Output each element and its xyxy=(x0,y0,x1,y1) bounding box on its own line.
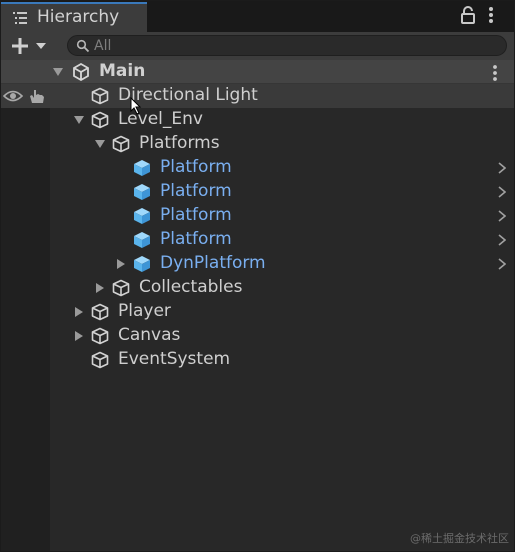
search-input[interactable] xyxy=(94,36,494,55)
hierarchy-row[interactable]: Platform xyxy=(0,180,515,204)
tab-bar: Hierarchy xyxy=(0,0,515,32)
lock-icon[interactable] xyxy=(460,6,476,24)
chevron-right-icon[interactable] xyxy=(498,258,506,270)
row-label: DynPlatform xyxy=(160,253,266,273)
hierarchy-tab[interactable]: Hierarchy xyxy=(0,2,147,32)
collapse-arrow-icon[interactable] xyxy=(74,331,84,341)
expand-arrow-icon[interactable] xyxy=(74,115,84,125)
row-label: Platform xyxy=(160,205,232,225)
gameobject-cube-icon xyxy=(91,327,109,345)
row-label: EventSystem xyxy=(118,349,231,369)
hierarchy-row[interactable]: EventSystem xyxy=(0,348,515,372)
prefab-cube-icon xyxy=(134,256,150,272)
collapse-arrow-icon[interactable] xyxy=(74,307,84,317)
hierarchy-row[interactable]: Platform xyxy=(0,156,515,180)
expand-arrow-icon[interactable] xyxy=(53,67,63,77)
collapse-arrow-icon[interactable] xyxy=(95,283,105,293)
expand-arrow-icon[interactable] xyxy=(95,139,105,149)
hierarchy-row[interactable]: Platform xyxy=(0,204,515,228)
hierarchy-row[interactable]: Player xyxy=(0,300,515,324)
gameobject-cube-icon xyxy=(91,351,109,369)
watermark: @稀土掘金技术社区 xyxy=(410,532,509,545)
list-icon xyxy=(13,12,27,24)
hierarchy-row[interactable]: Platform xyxy=(0,228,515,252)
chevron-right-icon[interactable] xyxy=(498,210,506,222)
hierarchy-row[interactable]: Platforms xyxy=(0,132,515,156)
chevron-right-icon[interactable] xyxy=(498,162,506,174)
gameobject-cube-icon xyxy=(91,303,109,321)
gameobject-cube-icon xyxy=(112,135,130,153)
prefab-cube-icon xyxy=(134,160,150,176)
row-label: Player xyxy=(118,301,171,321)
hierarchy-tree: Main Directional Light Level_Env Platforms… xyxy=(0,60,515,552)
collapse-arrow-icon[interactable] xyxy=(116,259,126,269)
hierarchy-toolbar xyxy=(0,32,515,61)
gameobject-cube-icon xyxy=(91,111,109,129)
hierarchy-row[interactable]: Canvas xyxy=(0,324,515,348)
eye-icon[interactable] xyxy=(3,89,23,103)
scene-menu-icon[interactable] xyxy=(488,64,502,82)
row-label: Platform xyxy=(160,181,232,201)
unity-logo-icon xyxy=(73,63,89,81)
prefab-cube-icon xyxy=(134,208,150,224)
hierarchy-row[interactable]: DynPlatform xyxy=(0,252,515,276)
row-label: Collectables xyxy=(139,277,243,297)
create-dropdown-button[interactable] xyxy=(8,35,52,57)
hierarchy-row[interactable]: Level_Env xyxy=(0,108,515,132)
gameobject-cube-icon xyxy=(91,87,109,105)
row-label: Platform xyxy=(160,157,232,177)
row-label: Canvas xyxy=(118,325,181,345)
mouse-cursor-icon xyxy=(130,97,142,115)
tab-title: Hierarchy xyxy=(37,7,120,27)
gameobject-cube-icon xyxy=(112,279,130,297)
prefab-cube-icon xyxy=(134,184,150,200)
hand-icon[interactable] xyxy=(28,88,46,104)
chevron-right-icon[interactable] xyxy=(498,234,506,246)
scene-name: Main xyxy=(99,61,146,81)
chevron-right-icon[interactable] xyxy=(498,186,506,198)
row-label: Platform xyxy=(160,229,232,249)
scene-header-row[interactable]: Main xyxy=(0,60,515,84)
hierarchy-row[interactable]: Directional Light xyxy=(0,84,515,108)
search-icon xyxy=(76,39,90,53)
row-label: Platforms xyxy=(139,133,220,153)
hierarchy-row[interactable]: Collectables xyxy=(0,276,515,300)
prefab-cube-icon xyxy=(134,232,150,248)
kebab-menu-icon[interactable] xyxy=(484,6,498,24)
search-field[interactable] xyxy=(67,35,507,56)
